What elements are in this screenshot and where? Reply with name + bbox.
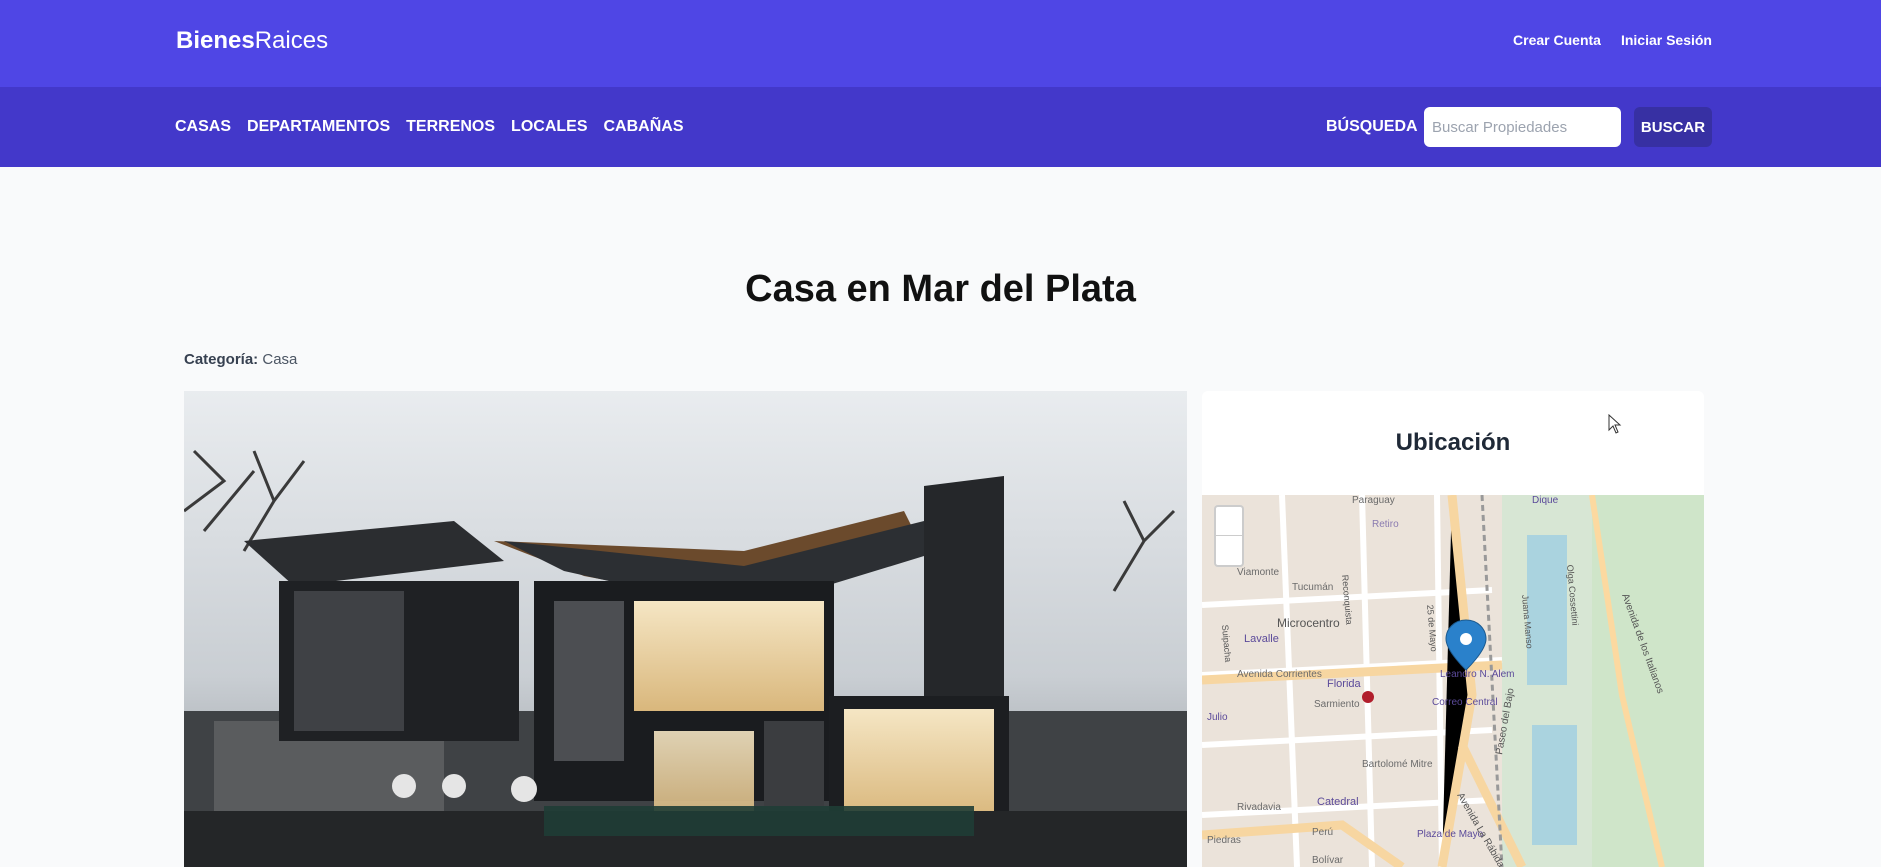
map-label-retiro: Retiro [1372, 519, 1399, 530]
map-label-tucuman: Tucumán [1292, 582, 1333, 593]
mouse-cursor-icon [1608, 414, 1622, 434]
zoom-in-button[interactable] [1216, 507, 1242, 536]
map-label-alem: Leandro N. Alem [1440, 669, 1515, 680]
map-label-julio: Julio [1207, 712, 1228, 723]
search-label: BÚSQUEDA [1326, 118, 1418, 135]
auth-links: Crear Cuenta Iniciar Sesión [1513, 32, 1712, 48]
logo-light-text: Raices [254, 27, 329, 54]
page-title: Casa en Mar del Plata [745, 268, 1136, 310]
map-label-bolivar: Bolívar [1312, 855, 1344, 866]
location-card: Ubicación Paraguay Retiro Viamonte Micro… [1202, 391, 1704, 867]
zoom-out-button[interactable] [1216, 536, 1242, 565]
category-line: Categoría: Casa [184, 351, 297, 368]
location-title: Ubicación [1395, 429, 1511, 456]
nav-item-casas[interactable]: CASAS [175, 118, 231, 136]
logo-bold-text: Bienes [176, 27, 255, 54]
map-label-viamonte: Viamonte [1237, 567, 1280, 578]
category-value: Casa [262, 351, 298, 368]
top-header: BienesRaices Crear Cuenta Iniciar Sesión [0, 0, 1881, 87]
map-label-peru: Perú [1312, 827, 1333, 838]
map-label-correo: Correo Central [1432, 697, 1498, 708]
map-label-sarmiento: Sarmiento [1314, 699, 1360, 710]
nav-item-terrenos[interactable]: TERRENOS [406, 118, 495, 136]
category-label: Categoría: [184, 351, 259, 368]
map-label-microcentro: Microcentro [1277, 616, 1340, 630]
map-label-dique: Dique [1532, 495, 1559, 506]
map-tiles: Paraguay Retiro Viamonte Microcentro Lav… [1202, 495, 1704, 867]
modern-house-illustration [184, 391, 1187, 867]
map-label-florida: Florida [1327, 678, 1362, 690]
nav-item-departamentos[interactable]: DEPARTAMENTOS [247, 118, 390, 136]
property-image [184, 391, 1187, 867]
category-nav: CASAS DEPARTAMENTOS TERRENOS LOCALES CAB… [175, 118, 684, 136]
map-label-lavalle: Lavalle [1244, 633, 1279, 645]
map-label-piedras: Piedras [1207, 835, 1241, 846]
map-label-mitre: Bartolomé Mitre [1362, 759, 1433, 770]
map-label-corrientes: Avenida Corrientes [1237, 669, 1322, 680]
map-label-plaza-de-mayo: Plaza de Mayo [1417, 829, 1484, 840]
map-label-catedral: Catedral [1317, 796, 1359, 808]
nav-item-cabanas[interactable]: CABAÑAS [604, 118, 684, 136]
site-logo[interactable]: BienesRaices [176, 27, 328, 55]
sign-in-link[interactable]: Iniciar Sesión [1621, 32, 1712, 48]
map-label-rivadavia: Rivadavia [1237, 802, 1281, 813]
search-input[interactable] [1424, 107, 1621, 147]
map-label-paraguay: Paraguay [1352, 495, 1395, 506]
nav-item-locales[interactable]: LOCALES [511, 118, 587, 136]
map-zoom-control [1214, 505, 1244, 567]
create-account-link[interactable]: Crear Cuenta [1513, 32, 1601, 48]
location-map[interactable]: Paraguay Retiro Viamonte Microcentro Lav… [1202, 495, 1704, 867]
search-button[interactable]: BUSCAR [1634, 107, 1712, 147]
